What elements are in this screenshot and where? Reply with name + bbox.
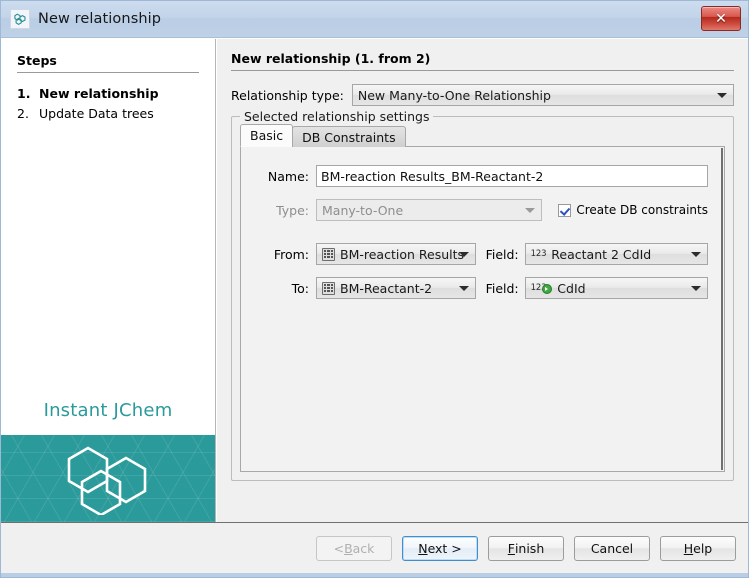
to-label: To: (257, 281, 316, 296)
create-db-constraints-checkbox-row[interactable]: Create DB constraints (558, 203, 708, 217)
create-db-constraints-checkbox[interactable] (558, 204, 571, 217)
back-button[interactable]: < Back (316, 536, 392, 561)
new-relationship-dialog: New relationship ✕ Steps 1. New relation… (0, 0, 749, 578)
relationship-type-label: Relationship type: (231, 88, 344, 103)
window-bottom-edge (1, 573, 748, 577)
tab-basic[interactable]: Basic (240, 124, 293, 147)
name-label: Name: (257, 169, 316, 184)
from-field-select[interactable]: 123 Reactant 2 CdId (525, 243, 708, 265)
steps-list: 1. New relationship 2. Update Data trees (1, 85, 215, 125)
group-title: Selected relationship settings (240, 109, 433, 124)
from-table-select[interactable]: BM-reaction Results (316, 243, 476, 265)
jchem-hexagon-icon (10, 9, 30, 29)
brand-name: Instant JChem (1, 390, 215, 435)
step-number: 1. (1, 85, 39, 103)
title-bar: New relationship ✕ (1, 1, 748, 38)
tab-db-constraints[interactable]: DB Constraints (292, 126, 406, 147)
from-field-label: Field: (486, 247, 519, 262)
chevron-down-icon (459, 252, 469, 257)
finish-button[interactable]: Finish (488, 536, 564, 561)
from-row: From: BM-reaction Results Field: 123 Rea… (257, 243, 708, 265)
to-table-select[interactable]: BM-Reactant-2 (316, 277, 476, 299)
chevron-down-icon (525, 208, 535, 213)
create-db-constraints-label: Create DB constraints (576, 203, 708, 217)
relationship-type-value: New Many-to-One Relationship (358, 88, 551, 103)
chevron-down-icon (459, 286, 469, 291)
page-title: New relationship (1. from 2) (231, 51, 734, 71)
to-field-label: Field: (486, 281, 519, 296)
basic-tab-panel: Name: Type: Many-to-One Create DB constr… (240, 146, 725, 472)
from-field-value: Reactant 2 CdId (551, 247, 651, 262)
to-table-value: BM-Reactant-2 (340, 281, 432, 296)
settings-tabstrip: Basic DB Constraints (240, 125, 725, 147)
chevron-down-icon (691, 252, 701, 257)
close-button[interactable]: ✕ (701, 6, 741, 31)
step-label: New relationship (39, 85, 159, 103)
type-value: Many-to-One (322, 203, 403, 218)
type-row: Type: Many-to-One Create DB constraints (257, 199, 708, 221)
to-field-value: CdId (557, 281, 585, 296)
table-grid-icon (322, 248, 335, 261)
name-row: Name: (257, 165, 708, 187)
selected-relationship-settings-group: Selected relationship settings Basic DB … (231, 116, 734, 481)
wizard-panel: New relationship (1. from 2) Relationshi… (216, 39, 748, 522)
cancel-button[interactable]: Cancel (574, 536, 650, 561)
step-label: Update Data trees (39, 105, 154, 123)
relationship-type-row: Relationship type: New Many-to-One Relat… (231, 84, 734, 106)
from-label: From: (257, 247, 316, 262)
dialog-footer: < Back Next > Finish Cancel Help (1, 523, 748, 573)
chevron-down-icon (717, 93, 727, 98)
name-input[interactable] (316, 165, 708, 187)
to-row: To: BM-Reactant-2 Field: 123 CdId (257, 277, 708, 299)
steps-sidebar: Steps 1. New relationship 2. Update Data… (1, 39, 216, 522)
help-button[interactable]: Help (660, 536, 736, 561)
steps-heading: Steps (17, 53, 199, 73)
chevron-down-icon (691, 286, 701, 291)
from-table-value: BM-reaction Results (340, 247, 464, 262)
panel-scrollbar[interactable] (721, 148, 723, 470)
type-label: Type: (257, 203, 316, 218)
table-grid-icon (322, 282, 335, 295)
step-number: 2. (1, 105, 39, 123)
step-item-1: 1. New relationship (1, 85, 215, 105)
brand-logo (1, 435, 215, 522)
number-123-icon: 123 (531, 249, 547, 259)
next-button[interactable]: Next > (402, 536, 478, 561)
step-item-2: 2. Update Data trees (1, 105, 215, 125)
dialog-content: Steps 1. New relationship 2. Update Data… (1, 38, 748, 522)
type-select: Many-to-One (316, 199, 542, 221)
brand-block: Instant JChem (1, 390, 215, 522)
window-title: New relationship (38, 11, 161, 27)
number-123-primary-key-icon: 123 (531, 283, 547, 293)
to-field-select[interactable]: 123 CdId (525, 277, 708, 299)
relationship-type-select[interactable]: New Many-to-One Relationship (352, 84, 734, 106)
